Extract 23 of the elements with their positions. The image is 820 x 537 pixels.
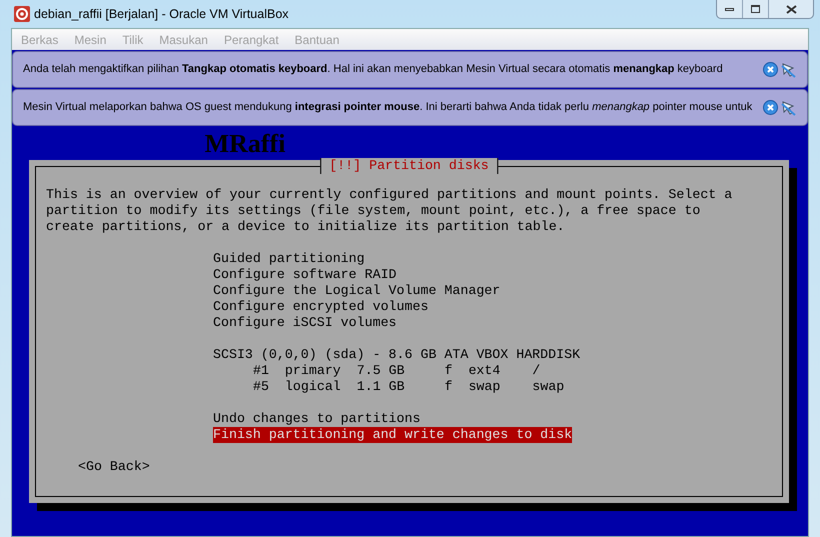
- close-icon: [786, 4, 796, 14]
- menu-item[interactable]: #5 logical 1.1 GB f swap swap: [253, 379, 564, 395]
- menu-item[interactable]: SCSI3 (0,0,0) (sda) - 8.6 GB ATA VBOX HARDDISK: [213, 347, 580, 363]
- menu-item[interactable]: #1 primary 7.5 GB f ext4 /: [253, 363, 540, 379]
- menu-item[interactable]: Configure iSCSI volumes: [213, 315, 397, 331]
- menu-item[interactable]: Undo changes to partitions: [213, 411, 420, 427]
- go-back-button[interactable]: <Go Back>: [78, 459, 150, 475]
- menu-item[interactable]: Configure encrypted volumes: [213, 299, 428, 315]
- menu-item[interactable]: Configure software RAID: [213, 267, 397, 283]
- pointer-crossed-icon[interactable]: [781, 100, 797, 116]
- close-icon[interactable]: [763, 62, 778, 77]
- dialog-description: This is an overview of your currently configured partitions and mount points. Select a partition to modify its settings (file system, mount point, etc.), a free space to create partitions, or a device to initialize its partition table.: [46, 187, 734, 235]
- banner-title: MRaffi: [204, 129, 286, 159]
- window-title: debian_raffii [Berjalan] - Oracle VM VirtualBox: [34, 6, 289, 23]
- menu-item[interactable]: Configure the Logical Volume Manager: [213, 283, 500, 299]
- dialog-title: [!!] Partition disks: [320, 158, 498, 174]
- app-logo-icon: [14, 6, 30, 22]
- close-icon[interactable]: [763, 100, 778, 115]
- pointer-crossed-icon[interactable]: [781, 62, 797, 78]
- menu-item[interactable]: Guided partitioning: [213, 251, 365, 267]
- menu-item[interactable]: Finish partitioning and write changes to disk: [213, 427, 572, 443]
- notification-text: Anda telah mengaktifkan pilihan Tangkap otomatis keyboard. Hal ini akan menyebabkan Mesin Virtual secara otomatis menangkap keyboard: [23, 62, 723, 78]
- notification-text: Mesin Virtual melaporkan bahwa OS guest mendukung integrasi pointer mouse. Ini berarti bahwa Anda tidak perlu menangkap pointer mouse untuk: [23, 100, 752, 116]
